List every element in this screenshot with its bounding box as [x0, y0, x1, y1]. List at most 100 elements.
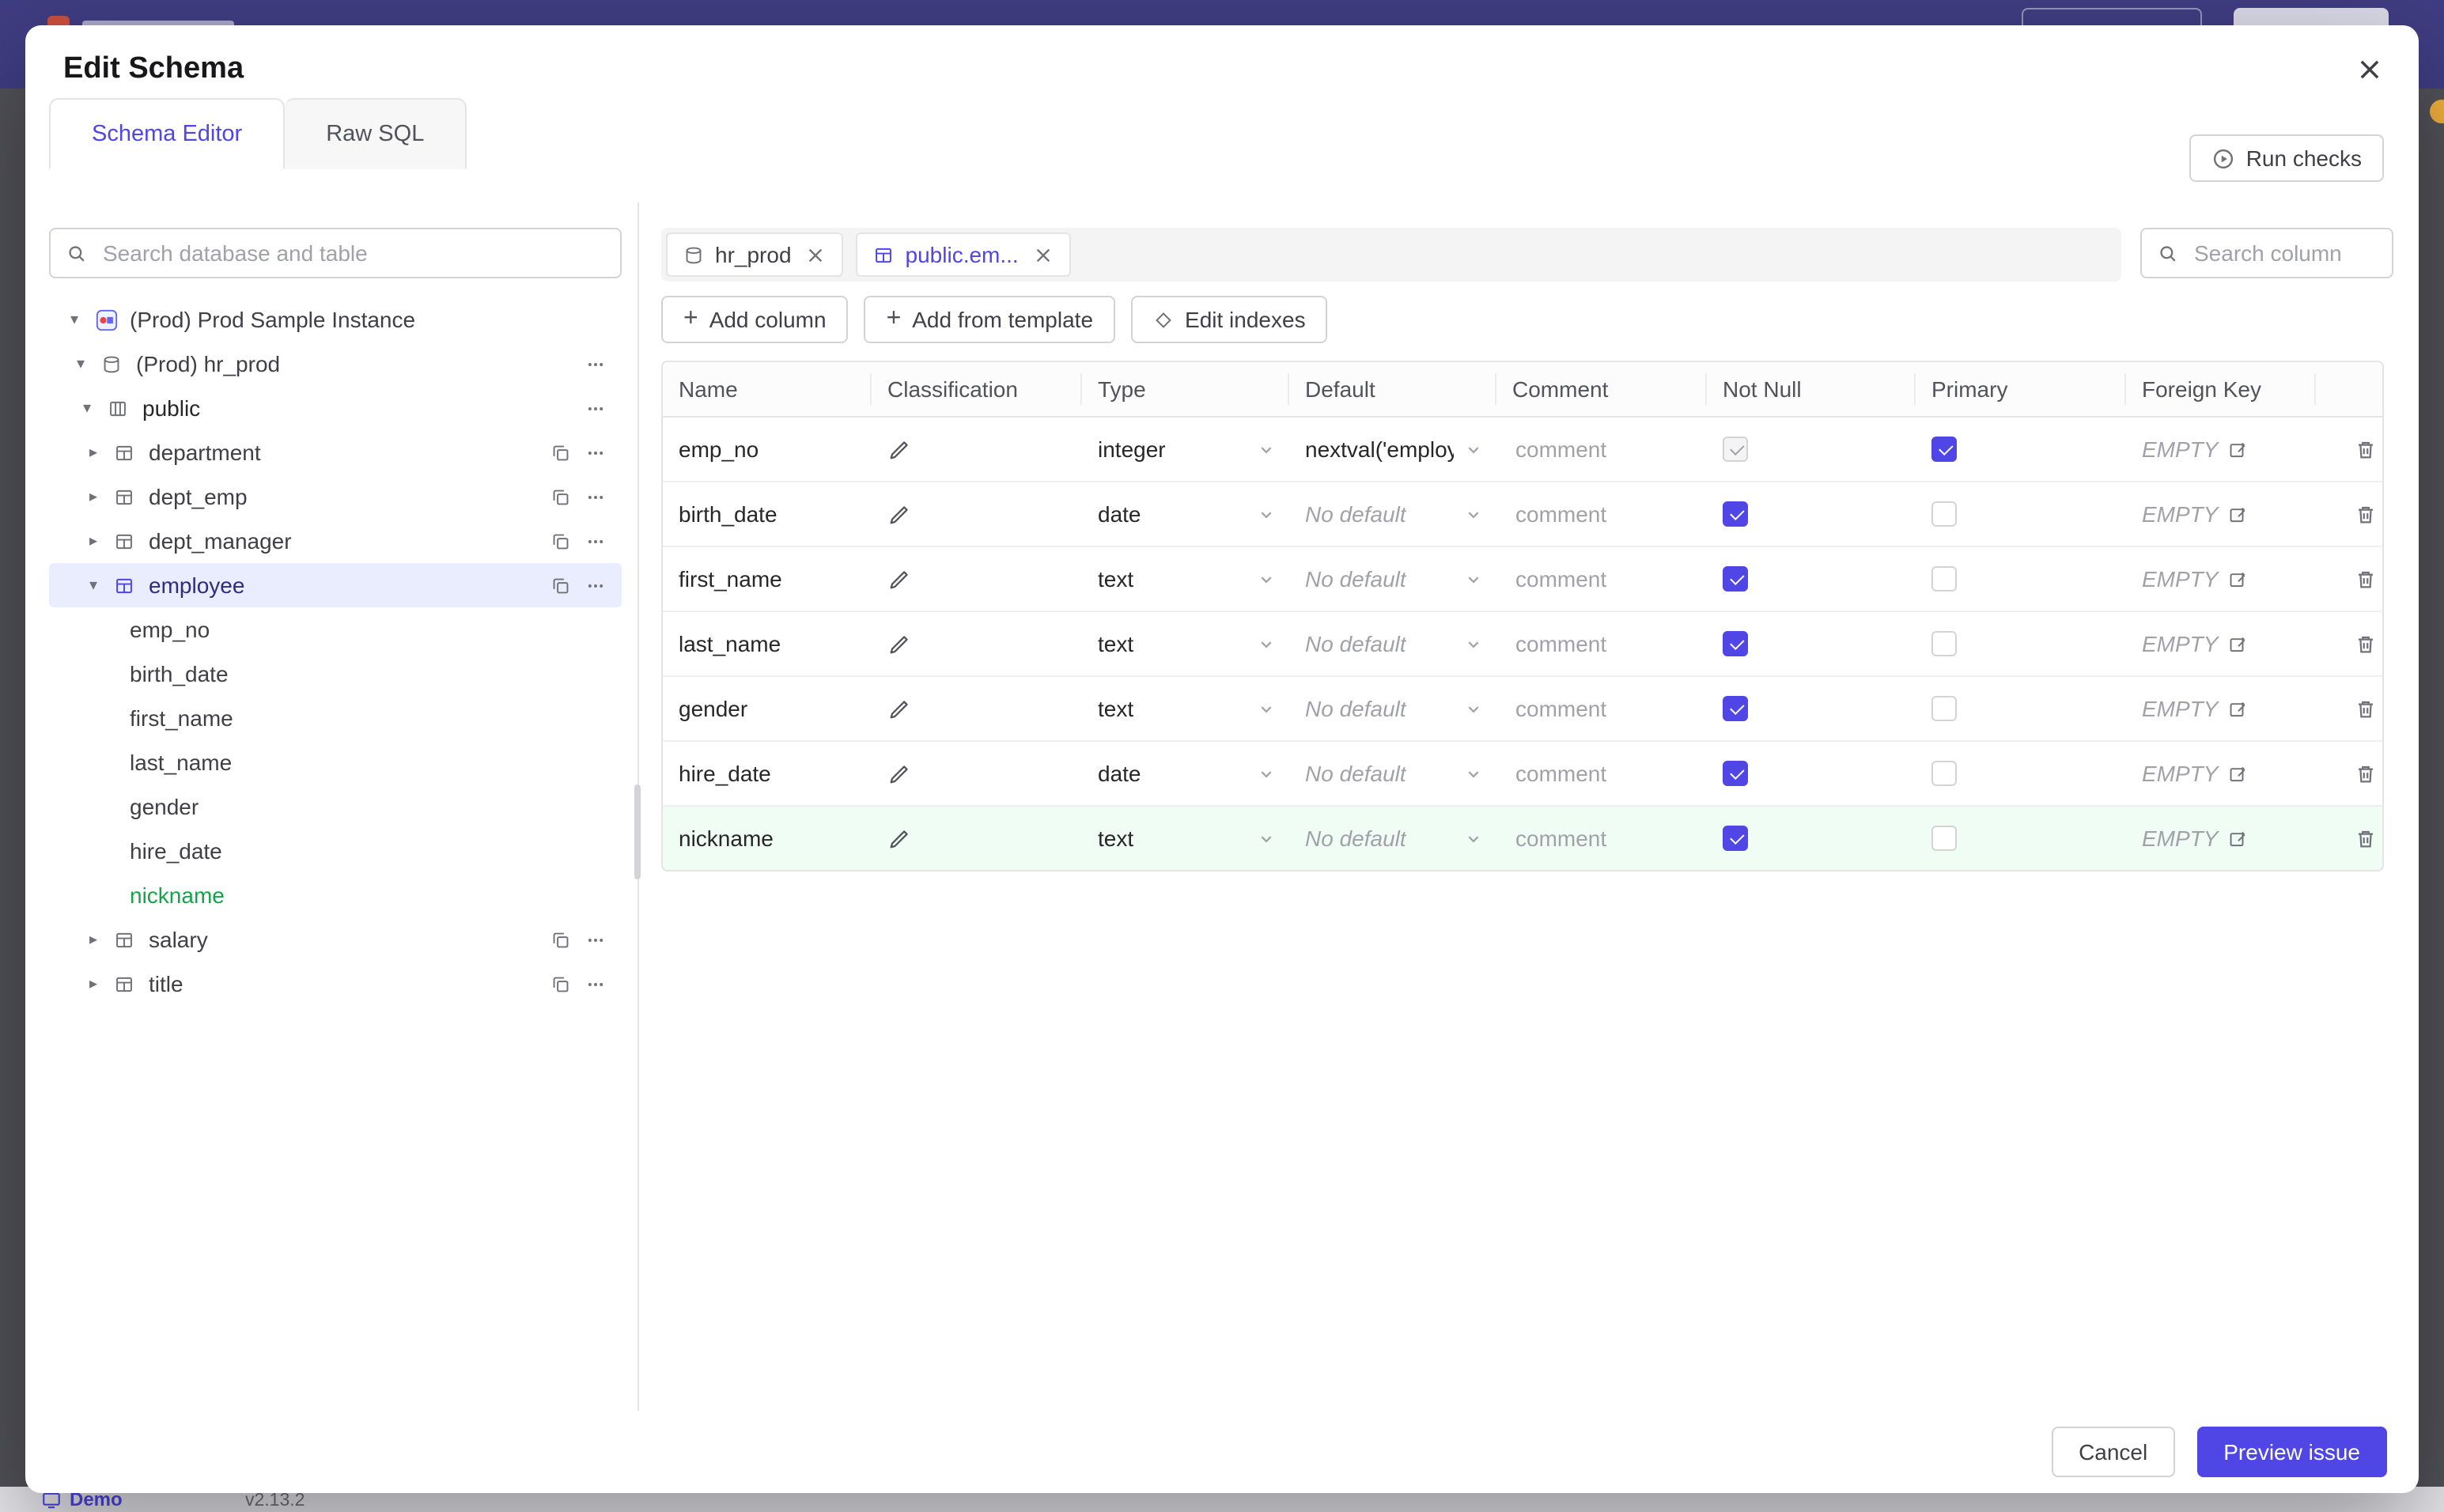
not-null-checkbox[interactable]	[1723, 761, 1748, 786]
add-column-button[interactable]: + Add column	[661, 296, 849, 343]
trash-icon[interactable]	[2353, 826, 2377, 850]
copy-icon[interactable]	[550, 575, 571, 595]
add-from-template-button[interactable]: + Add from template	[864, 296, 1116, 343]
more-icon[interactable]	[585, 442, 606, 463]
cancel-button[interactable]: Cancel	[2052, 1427, 2175, 1477]
more-icon[interactable]	[585, 486, 606, 507]
tree-item-column-emp-no[interactable]: emp_no	[49, 607, 622, 652]
tab-schema-editor[interactable]: Schema Editor	[49, 98, 286, 169]
pencil-icon[interactable]	[887, 826, 911, 850]
trash-icon[interactable]	[2353, 632, 2377, 656]
caret-right-icon[interactable]: ▸	[82, 975, 104, 992]
trash-icon[interactable]	[2353, 697, 2377, 720]
type-select[interactable]: date	[1082, 501, 1289, 527]
primary-checkbox[interactable]	[1931, 631, 1957, 656]
default-select[interactable]: No default	[1289, 566, 1496, 592]
pencil-icon[interactable]	[887, 632, 911, 656]
comment-input[interactable]	[1512, 824, 1707, 852]
tree-item-table-title[interactable]: ▸ title	[49, 962, 622, 1006]
caret-right-icon[interactable]: ▸	[82, 931, 104, 948]
default-select[interactable]: No default	[1289, 631, 1496, 656]
default-select[interactable]: nextval('employ	[1289, 437, 1496, 462]
name-cell[interactable]: emp_no	[663, 437, 872, 462]
edit-icon[interactable]	[2227, 698, 2248, 719]
primary-checkbox[interactable]	[1931, 826, 1957, 851]
tree-item-column-birth-date[interactable]: birth_date	[49, 652, 622, 696]
more-icon[interactable]	[585, 531, 606, 551]
scrollbar-thumb[interactable]	[634, 784, 641, 879]
tree-item-table-dept-emp[interactable]: ▸ dept_emp	[49, 474, 622, 519]
trash-icon[interactable]	[2353, 762, 2377, 785]
caret-right-icon[interactable]: ▸	[82, 488, 104, 505]
edit-icon[interactable]	[2227, 633, 2248, 654]
tab-raw-sql[interactable]: Raw SQL	[285, 98, 467, 169]
default-select[interactable]: No default	[1289, 761, 1496, 786]
pencil-icon[interactable]	[887, 762, 911, 785]
tab-chip-public-employee[interactable]: public.em...	[856, 232, 1071, 277]
run-checks-button[interactable]: Run checks	[2189, 134, 2384, 182]
name-cell[interactable]: hire_date	[663, 761, 872, 786]
not-null-checkbox[interactable]	[1723, 826, 1748, 851]
edit-indexes-button[interactable]: Edit indexes	[1131, 296, 1328, 343]
edit-icon[interactable]	[2227, 504, 2248, 524]
tree-item-column-gender[interactable]: gender	[49, 784, 622, 829]
primary-checkbox[interactable]	[1931, 501, 1957, 527]
not-null-checkbox[interactable]	[1723, 631, 1748, 656]
tree-search[interactable]	[49, 228, 622, 278]
comment-input[interactable]	[1512, 435, 1707, 463]
copy-icon[interactable]	[550, 973, 571, 994]
comment-input[interactable]	[1512, 565, 1707, 593]
more-icon[interactable]	[585, 353, 606, 374]
more-icon[interactable]	[585, 575, 606, 595]
more-icon[interactable]	[585, 398, 606, 418]
tree-item-column-hire-date[interactable]: hire_date	[49, 829, 622, 873]
tree-item-table-employee[interactable]: ▾ employee	[49, 563, 622, 607]
edit-icon[interactable]	[2227, 828, 2248, 849]
edit-icon[interactable]	[2227, 763, 2248, 784]
type-select[interactable]: text	[1082, 566, 1289, 592]
edit-icon[interactable]	[2227, 439, 2248, 459]
copy-icon[interactable]	[550, 486, 571, 507]
name-cell[interactable]: gender	[663, 696, 872, 721]
primary-checkbox[interactable]	[1931, 566, 1957, 592]
pencil-icon[interactable]	[887, 697, 911, 720]
tree-item-schema-public[interactable]: ▾ public	[49, 386, 622, 430]
tree-item-instance[interactable]: ▾ (Prod) Prod Sample Instance	[49, 297, 622, 342]
caret-right-icon[interactable]: ▸	[82, 532, 104, 550]
caret-down-icon[interactable]: ▾	[76, 399, 98, 417]
preview-issue-button[interactable]: Preview issue	[2196, 1427, 2387, 1477]
comment-input[interactable]	[1512, 694, 1707, 723]
default-select[interactable]: No default	[1289, 826, 1496, 851]
not-null-checkbox[interactable]	[1723, 696, 1748, 721]
type-select[interactable]: integer	[1082, 437, 1289, 462]
tree-item-table-department[interactable]: ▸ department	[49, 430, 622, 474]
type-select[interactable]: text	[1082, 826, 1289, 851]
close-icon[interactable]	[1033, 244, 1054, 265]
type-select[interactable]: text	[1082, 696, 1289, 721]
column-search-input[interactable]	[2191, 239, 2376, 267]
not-null-checkbox[interactable]	[1723, 501, 1748, 527]
caret-down-icon[interactable]: ▾	[70, 355, 92, 372]
copy-icon[interactable]	[550, 929, 571, 950]
edit-icon[interactable]	[2227, 569, 2248, 589]
caret-down-icon[interactable]: ▾	[63, 311, 85, 328]
comment-input[interactable]	[1512, 759, 1707, 788]
column-search[interactable]	[2140, 228, 2393, 278]
tree-item-database-hr-prod[interactable]: ▾ (Prod) hr_prod	[49, 342, 622, 386]
default-select[interactable]: No default	[1289, 501, 1496, 527]
type-select[interactable]: date	[1082, 761, 1289, 786]
pencil-icon[interactable]	[887, 502, 911, 526]
tree-search-input[interactable]	[100, 239, 604, 267]
pencil-icon[interactable]	[887, 567, 911, 591]
primary-checkbox[interactable]	[1931, 437, 1957, 462]
copy-icon[interactable]	[550, 442, 571, 463]
type-select[interactable]: text	[1082, 631, 1289, 656]
default-select[interactable]: No default	[1289, 696, 1496, 721]
primary-checkbox[interactable]	[1931, 696, 1957, 721]
name-cell[interactable]: last_name	[663, 631, 872, 656]
tab-chip-hr-prod[interactable]: hr_prod	[666, 232, 844, 277]
not-null-checkbox[interactable]	[1723, 566, 1748, 592]
tree-item-column-first-name[interactable]: first_name	[49, 696, 622, 740]
trash-icon[interactable]	[2353, 437, 2377, 461]
comment-input[interactable]	[1512, 500, 1707, 528]
